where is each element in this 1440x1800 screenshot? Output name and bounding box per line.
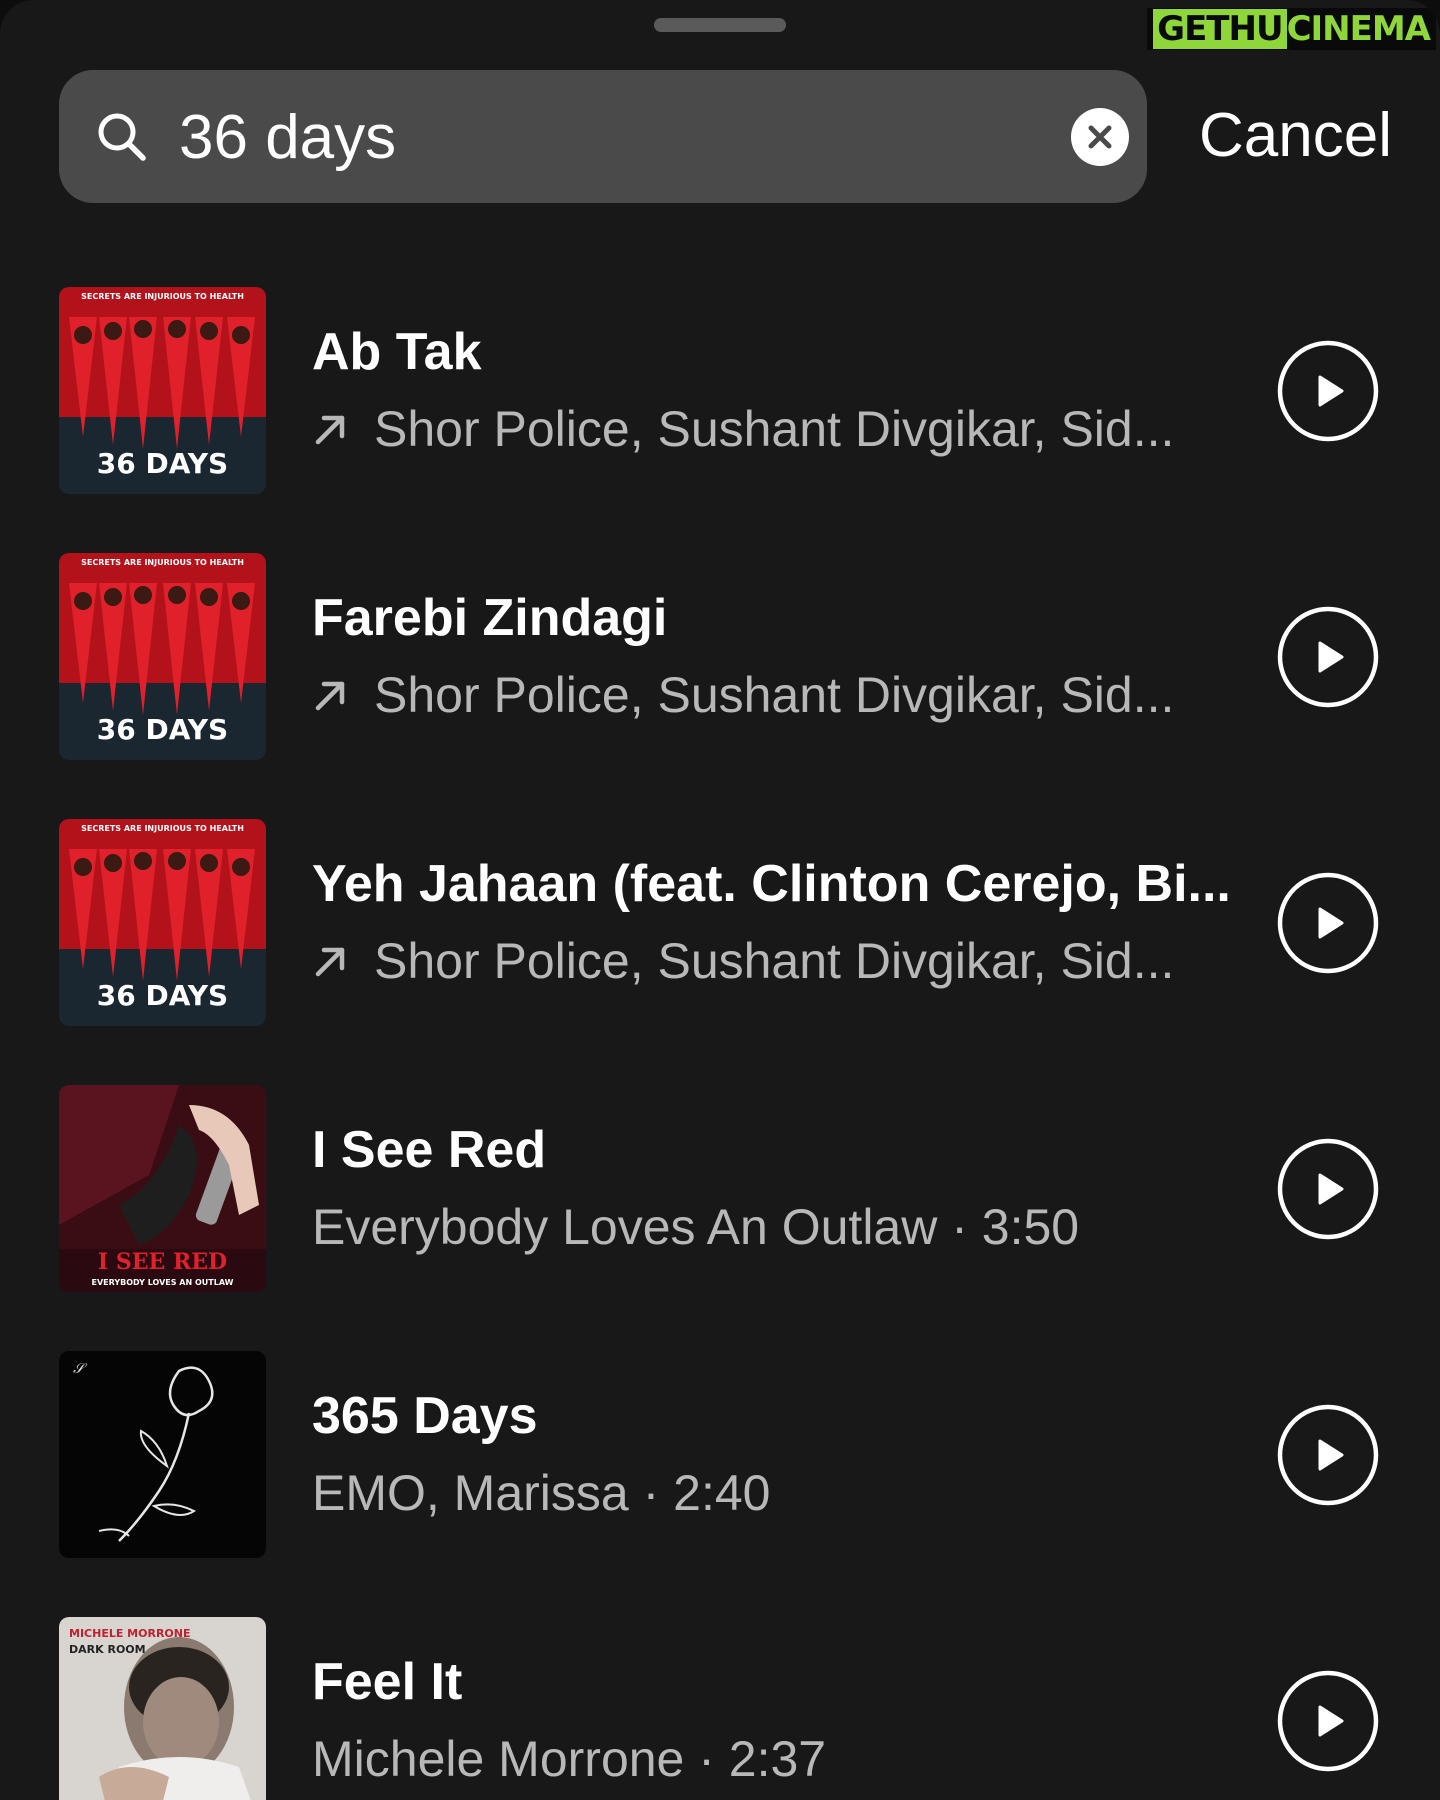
play-preview-button[interactable] bbox=[1276, 605, 1380, 709]
watermark-logo: GETHU CINEMA bbox=[1147, 8, 1436, 50]
track-title: Ab Tak bbox=[312, 323, 482, 381]
svg-text:EVERYBODY LOVES AN OUTLAW: EVERYBODY LOVES AN OUTLAW bbox=[92, 1278, 234, 1287]
svg-text:36 DAYS: 36 DAYS bbox=[97, 979, 228, 1012]
play-icon bbox=[1318, 1705, 1344, 1737]
search-icon bbox=[98, 113, 146, 161]
album-cover: SECRETS ARE INJURIOUS TO HEALTH 36 DAYS bbox=[59, 287, 266, 494]
svg-text:SECRETS ARE INJURIOUS TO HEALT: SECRETS ARE INJURIOUS TO HEALTH bbox=[81, 824, 244, 833]
trending-arrow-icon bbox=[315, 947, 345, 977]
track-row[interactable]: MICHELE MORRONE DARK ROOM Feel It Michel… bbox=[0, 1617, 1440, 1800]
search-input[interactable] bbox=[179, 92, 999, 182]
play-icon bbox=[1318, 641, 1344, 673]
album-cover: SECRETS ARE INJURIOUS TO HEALTH 36 DAYS bbox=[59, 819, 266, 1026]
track-row[interactable]: SECRETS ARE INJURIOUS TO HEALTH 36 DAYS … bbox=[0, 553, 1440, 761]
track-row[interactable]: SECRETS ARE INJURIOUS TO HEALTH 36 DAYS … bbox=[0, 819, 1440, 1027]
svg-text:36 DAYS: 36 DAYS bbox=[97, 447, 228, 480]
track-title: Feel It bbox=[312, 1653, 463, 1711]
cancel-button[interactable]: Cancel bbox=[1199, 96, 1392, 176]
track-subtitle: EMO, Marissa · 2:40 bbox=[312, 1465, 771, 1521]
svg-text:36 DAYS: 36 DAYS bbox=[97, 713, 228, 746]
track-title: Yeh Jahaan (feat. Clinton Cerejo, Bi... bbox=[312, 855, 1231, 913]
track-subtitle: Shor Police, Sushant Divgikar, Sid... bbox=[312, 399, 1174, 459]
track-row[interactable]: 𝒮 365 Days EMO, Marissa · 2:40 bbox=[0, 1351, 1440, 1559]
search-field[interactable] bbox=[59, 70, 1147, 203]
close-icon bbox=[1088, 125, 1112, 149]
track-subtitle: Shor Police, Sushant Divgikar, Sid... bbox=[312, 931, 1174, 991]
svg-text:SECRETS ARE INJURIOUS TO HEALT: SECRETS ARE INJURIOUS TO HEALTH bbox=[81, 292, 244, 301]
sheet-grabber[interactable] bbox=[654, 18, 786, 32]
play-preview-button[interactable] bbox=[1276, 1137, 1380, 1241]
play-preview-button[interactable] bbox=[1276, 339, 1380, 443]
album-cover: SECRETS ARE INJURIOUS TO HEALTH 36 DAYS bbox=[59, 553, 266, 760]
trending-arrow-icon bbox=[315, 415, 345, 445]
track-row[interactable]: I SEE RED EVERYBODY LOVES AN OUTLAW I Se… bbox=[0, 1085, 1440, 1293]
play-preview-button[interactable] bbox=[1276, 1669, 1380, 1773]
play-icon bbox=[1318, 1439, 1344, 1471]
album-cover: 𝒮 bbox=[59, 1351, 266, 1558]
clear-search-button[interactable] bbox=[1071, 108, 1129, 166]
album-cover: MICHELE MORRONE DARK ROOM bbox=[59, 1617, 266, 1800]
track-title: 365 Days bbox=[312, 1387, 538, 1445]
music-search-sheet: GETHUCINEMA Cancel bbox=[0, 0, 1440, 1800]
play-icon bbox=[1318, 375, 1344, 407]
search-bar-row: Cancel bbox=[59, 70, 1399, 203]
track-subtitle: Michele Morrone · 2:37 bbox=[312, 1731, 827, 1787]
track-subtitle: Everybody Loves An Outlaw · 3:50 bbox=[312, 1199, 1080, 1255]
play-icon bbox=[1318, 1173, 1344, 1205]
svg-text:DARK ROOM: DARK ROOM bbox=[69, 1643, 146, 1656]
track-subtitle: Shor Police, Sushant Divgikar, Sid... bbox=[312, 665, 1174, 725]
track-row[interactable]: SECRETS ARE INJURIOUS TO HEALTH 36 DAYS … bbox=[0, 287, 1440, 495]
play-icon bbox=[1318, 907, 1344, 939]
track-title: I See Red bbox=[312, 1121, 547, 1179]
play-preview-button[interactable] bbox=[1276, 871, 1380, 975]
play-preview-button[interactable] bbox=[1276, 1403, 1380, 1507]
svg-text:SECRETS ARE INJURIOUS TO HEALT: SECRETS ARE INJURIOUS TO HEALTH bbox=[81, 558, 244, 567]
svg-text:I SEE RED: I SEE RED bbox=[98, 1249, 227, 1275]
svg-text:MICHELE MORRONE: MICHELE MORRONE bbox=[69, 1627, 191, 1640]
track-title: Farebi Zindagi bbox=[312, 589, 668, 647]
album-cover: I SEE RED EVERYBODY LOVES AN OUTLAW bbox=[59, 1085, 266, 1292]
trending-arrow-icon bbox=[315, 681, 345, 711]
